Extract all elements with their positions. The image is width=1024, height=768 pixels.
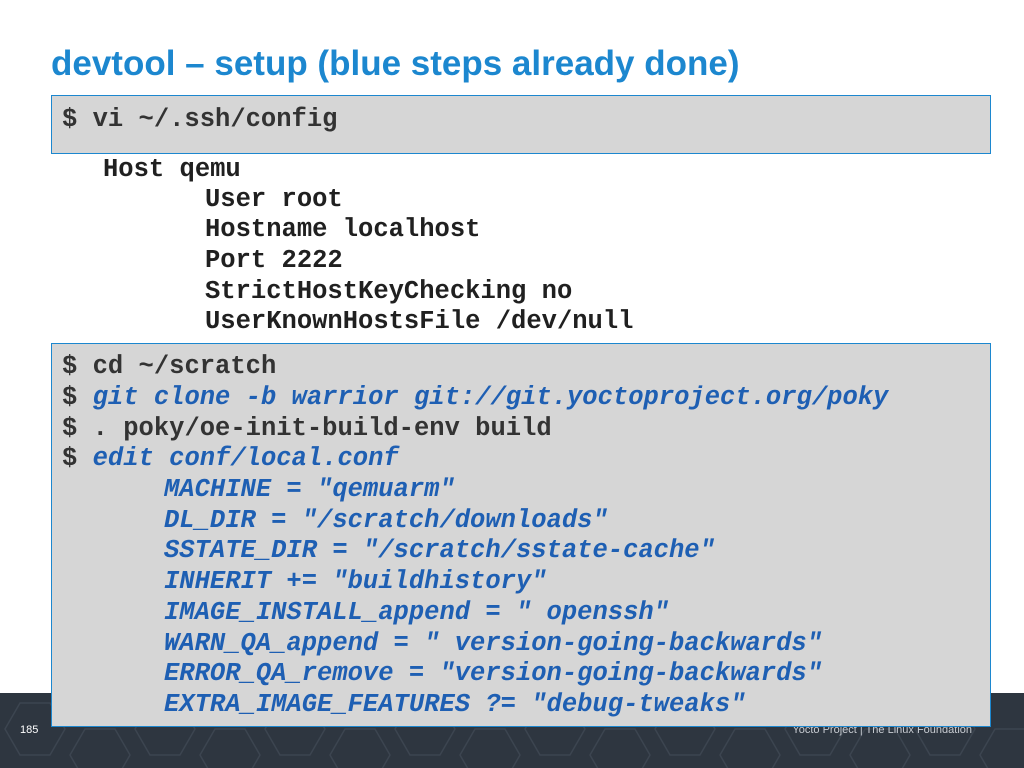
config-line-port: Port 2222 [205, 246, 343, 275]
config-setting-extra-features: EXTRA_IMAGE_FEATURES ?= "debug-tweaks" [164, 690, 746, 719]
config-line-user: User root [205, 185, 343, 214]
command-text: cd ~/scratch [92, 352, 277, 381]
slide-title: devtool – setup (blue steps already done… [51, 44, 740, 83]
config-setting-warn-qa: WARN_QA_append = " version-going-backwar… [164, 629, 823, 658]
page-number: 185 [20, 724, 39, 736]
config-setting-dl-dir: DL_DIR = "/scratch/downloads" [164, 506, 608, 535]
config-line-hostname: Hostname localhost [205, 215, 481, 244]
prompt: $ [62, 383, 78, 412]
command-box-ssh: $ vi ~/.ssh/config [51, 95, 991, 154]
command-line-edit: $ edit conf/local.conf [62, 444, 399, 474]
prompt: $ [62, 414, 78, 443]
command-line-cd: $ cd ~/scratch [62, 352, 276, 382]
prompt: $ [62, 444, 78, 473]
command-line: $ vi ~/.ssh/config [62, 105, 338, 134]
config-setting-error-qa: ERROR_QA_remove = "version-going-backwar… [164, 659, 823, 688]
config-line-strict: StrictHostKeyChecking no [205, 277, 573, 306]
command-line-git-clone: $ git clone -b warrior git://git.yoctopr… [62, 383, 888, 413]
config-line-known-hosts: UserKnownHostsFile /dev/null [205, 307, 634, 336]
config-setting-inherit: INHERIT += "buildhistory" [164, 567, 547, 596]
config-setting-machine: MACHINE = "qemuarm" [164, 475, 455, 504]
config-setting-image-install: IMAGE_INSTALL_append = " openssh" [164, 598, 669, 627]
command-text: git clone -b warrior git://git.yoctoproj… [92, 383, 889, 412]
config-line-host: Host qemu [103, 155, 241, 184]
command-box-setup: $ cd ~/scratch $ git clone -b warrior gi… [51, 343, 991, 727]
command-text: . poky/oe-init-build-env build [92, 414, 552, 443]
config-setting-sstate-dir: SSTATE_DIR = "/scratch/sstate-cache" [164, 536, 715, 565]
prompt: $ [62, 352, 78, 381]
command-line-init-env: $ . poky/oe-init-build-env build [62, 414, 552, 444]
command-text: edit conf/local.conf [92, 444, 399, 473]
